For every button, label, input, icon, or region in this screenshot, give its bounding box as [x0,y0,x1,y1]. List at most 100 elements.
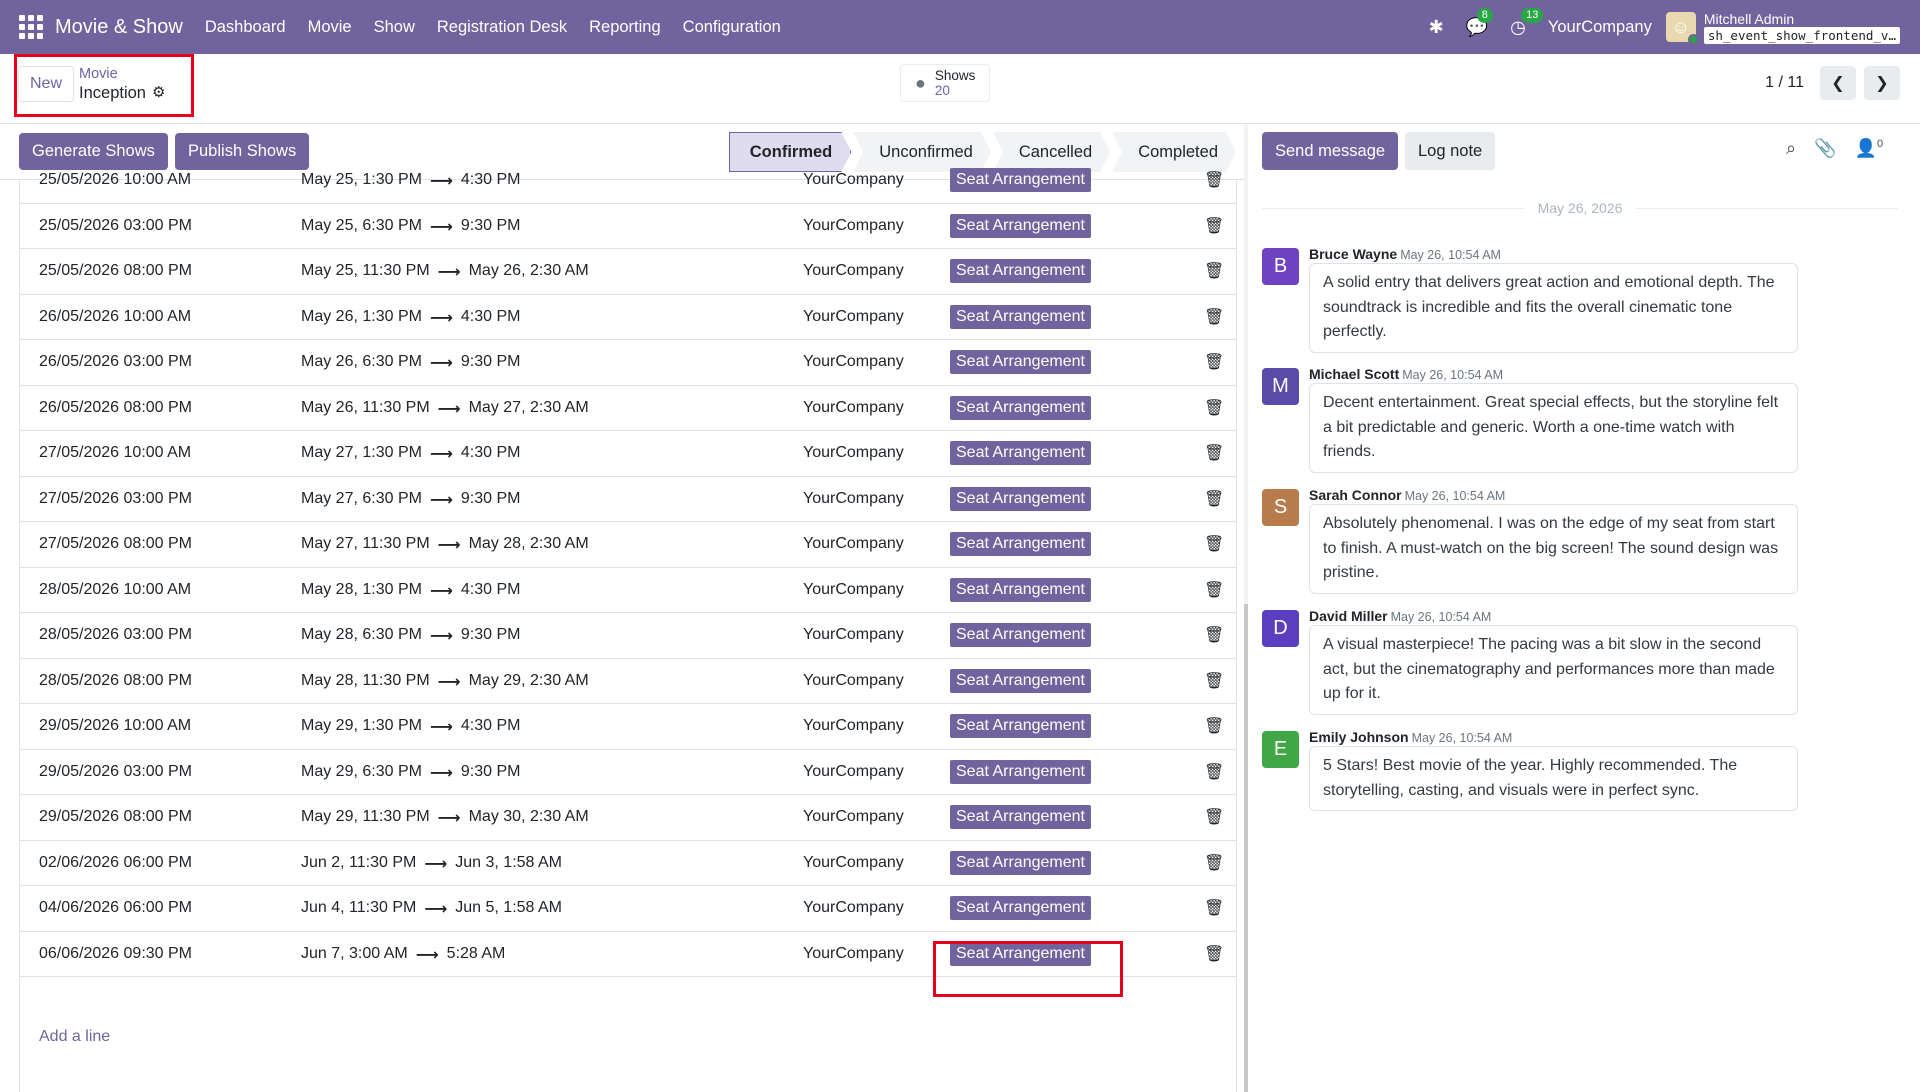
trash-icon[interactable]: 🗑 [1204,216,1224,236]
table-row[interactable]: 26/05/2026 03:00 PM May 26, 6:30 PM ⟶ 9:30 … [20,340,1236,386]
log-note-button[interactable]: Log note [1405,132,1496,170]
table-row[interactable]: 25/05/2026 10:00 AM May 25, 1:30 PM ⟶ 4:30 … [20,158,1236,204]
trash-icon[interactable]: 🗑 [1204,534,1224,554]
menu-movie[interactable]: Movie [308,18,352,37]
table-row[interactable]: 26/05/2026 08:00 PM May 26, 11:30 PM ⟶ May … [20,386,1236,431]
show-company: YourCompany [803,444,904,461]
trash-icon[interactable]: 🗑 [1204,489,1224,509]
seat-arrangement-button[interactable]: Seat Arrangement [950,259,1091,283]
bug-icon[interactable]: ✱ [1429,17,1444,38]
author-avatar[interactable]: M [1262,368,1299,405]
menu-show[interactable]: Show [374,18,415,37]
company-switcher[interactable]: YourCompany [1548,18,1652,37]
trash-icon[interactable]: 🗑 [1204,443,1224,463]
seat-arrangement-button[interactable]: Seat Arrangement [950,714,1091,738]
trash-icon[interactable]: 🗑 [1204,853,1224,873]
seat-arrangement-button[interactable]: Seat Arrangement [950,759,1091,784]
clock-icon[interactable]: ◷ 13 [1510,7,1544,38]
trash-icon[interactable]: 🗑 [1204,170,1224,190]
chat-icon[interactable]: 💬 8 [1466,7,1493,38]
seat-arrangement-button[interactable]: Seat Arrangement [950,304,1091,329]
message-author[interactable]: Emily Johnson [1309,729,1409,745]
trash-icon[interactable]: 🗑 [1204,944,1224,964]
table-row[interactable]: 28/05/2026 08:00 PM May 28, 11:30 PM ⟶ May … [20,659,1236,704]
seat-arrangement-button[interactable]: Seat Arrangement [950,213,1091,238]
table-row[interactable]: 29/05/2026 10:00 AM May 29, 1:30 PM ⟶ 4:30 … [20,704,1236,750]
trash-icon[interactable]: 🗑 [1204,716,1224,736]
trash-icon[interactable]: 🗑 [1204,398,1224,418]
menu-dashboard[interactable]: Dashboard [205,18,286,37]
trash-icon[interactable]: 🗑 [1204,807,1224,827]
shows-smart-button[interactable]: ● Shows 20 [900,64,990,102]
send-message-button[interactable]: Send message [1262,132,1399,170]
seat-arrangement-button[interactable]: Seat Arrangement [950,441,1091,465]
seat-arrangement-button[interactable]: Seat Arrangement [950,577,1091,602]
seat-arrangement-button[interactable]: Seat Arrangement [950,532,1091,556]
seat-arrangement-button[interactable]: Seat Arrangement [950,668,1091,693]
trash-icon[interactable]: 🗑 [1204,625,1224,645]
table-row[interactable]: 27/05/2026 08:00 PM May 27, 11:30 PM ⟶ May … [20,522,1236,568]
message-author[interactable]: David Miller [1309,608,1388,624]
pager-previous-button[interactable]: ❮ [1820,66,1856,100]
show-date: 02/06/2026 06:00 PM [39,853,193,871]
author-avatar[interactable]: B [1262,248,1299,285]
message-body: A solid entry that delivers great action… [1309,263,1798,353]
pager-value[interactable]: 1 / 11 [1765,74,1804,92]
menu-registration-desk[interactable]: Registration Desk [437,18,567,37]
form-scrollbar[interactable] [1244,124,1248,1092]
seat-arrangement-button[interactable]: Seat Arrangement [950,168,1091,192]
show-time-range: May 29, 11:30 PM ⟶ May 30, 2:30 AM [301,808,589,828]
table-row[interactable]: 04/06/2026 06:00 PM Jun 4, 11:30 PM ⟶ Jun 5… [20,886,1236,932]
table-row[interactable]: 26/05/2026 10:00 AM May 26, 1:30 PM ⟶ 4:30 … [20,295,1236,340]
chatter-topbar: Send message Log note ⌕ 📎 👤0 [1252,124,1920,180]
table-row[interactable]: 25/05/2026 03:00 PM May 25, 6:30 PM ⟶ 9:30 … [20,204,1236,249]
app-title[interactable]: Movie & Show [55,16,183,39]
table-row[interactable]: 27/05/2026 10:00 AM May 27, 1:30 PM ⟶ 4:30 … [20,431,1236,477]
message-author[interactable]: Sarah Connor [1309,487,1402,503]
seat-arrangement-button[interactable]: Seat Arrangement [950,896,1091,920]
table-row[interactable]: 02/06/2026 06:00 PM Jun 2, 11:30 PM ⟶ Jun 3… [20,841,1236,886]
show-date: 25/05/2026 10:00 AM [39,171,192,188]
seat-arrangement-button[interactable]: Seat Arrangement [950,350,1091,374]
trash-icon[interactable]: 🗑 [1204,307,1224,327]
show-time-range: May 26, 11:30 PM ⟶ May 27, 2:30 AM [301,399,589,419]
trash-icon[interactable]: 🗑 [1204,671,1224,691]
trash-icon[interactable]: 🗑 [1204,261,1224,281]
table-row[interactable]: 28/05/2026 03:00 PM May 28, 6:30 PM ⟶ 9:30 … [20,613,1236,659]
pager-next-button[interactable]: ❯ [1864,66,1900,100]
show-start: May 25, 1:30 PM [301,171,422,188]
seat-arrangement-button[interactable]: Seat Arrangement [950,623,1091,647]
trash-icon[interactable]: 🗑 [1204,898,1224,918]
menu-reporting[interactable]: Reporting [589,18,661,37]
table-row[interactable]: 29/05/2026 08:00 PM May 29, 11:30 PM ⟶ May … [20,795,1236,841]
trash-icon[interactable]: 🗑 [1204,352,1224,372]
author-avatar[interactable]: D [1262,610,1299,647]
trash-icon[interactable]: 🗑 [1204,580,1224,600]
author-avatar[interactable]: S [1262,489,1299,526]
followers-icon[interactable]: 👤0 [1855,138,1884,159]
table-row[interactable]: 28/05/2026 10:00 AM May 28, 1:30 PM ⟶ 4:30 … [20,568,1236,613]
menu-configuration[interactable]: Configuration [683,18,781,37]
message-author[interactable]: Bruce Wayne [1309,246,1397,262]
table-row[interactable]: 29/05/2026 03:00 PM May 29, 6:30 PM ⟶ 9:30 … [20,750,1236,795]
online-status-dot [1687,34,1699,45]
search-icon[interactable]: ⌕ [1786,138,1796,159]
user-menu[interactable]: Mitchell Admin sh_event_show_frontend_v… [1703,11,1900,44]
seat-arrangement-button[interactable]: Seat Arrangement [950,805,1091,829]
author-avatar[interactable]: E [1262,731,1299,768]
show-company: YourCompany [803,216,904,234]
scrollbar-thumb[interactable] [1244,604,1248,1092]
seat-arrangement-button[interactable]: Seat Arrangement [950,850,1091,875]
table-row[interactable]: 25/05/2026 08:00 PM May 25, 11:30 PM ⟶ May … [20,249,1236,295]
table-row[interactable]: 27/05/2026 03:00 PM May 27, 6:30 PM ⟶ 9:30 … [20,477,1236,522]
seat-arrangement-button[interactable]: Seat Arrangement [950,486,1091,511]
add-line-link[interactable]: Add a line [39,1028,110,1046]
apps-menu-icon[interactable] [19,15,43,39]
show-company: YourCompany [803,626,904,643]
trash-icon[interactable]: 🗑 [1204,762,1224,782]
seat-arrangement-button[interactable]: Seat Arrangement [950,395,1091,420]
show-company: YourCompany [803,171,904,188]
paperclip-icon[interactable]: 📎 [1814,138,1836,159]
user-avatar[interactable]: ☺ [1665,12,1699,45]
message-author[interactable]: Michael Scott [1309,366,1399,382]
